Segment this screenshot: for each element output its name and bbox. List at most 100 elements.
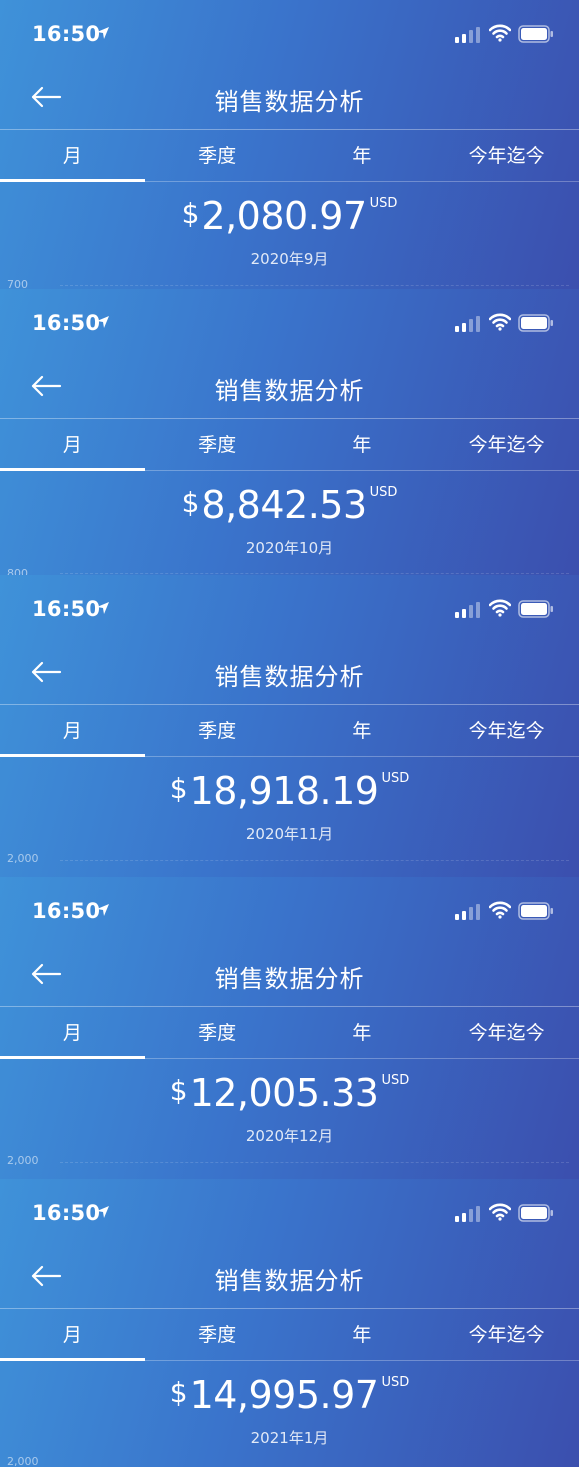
wifi-icon <box>489 24 511 42</box>
battery-icon <box>518 902 553 920</box>
amount-value: 14,995.97 <box>189 1373 379 1417</box>
tab-ytd[interactable]: 今年迄今 <box>434 1309 579 1361</box>
period-tabs: 月 季度 年 今年迄今 <box>0 1007 579 1059</box>
currency-symbol: $ <box>181 197 200 230</box>
tab-year[interactable]: 年 <box>290 130 435 182</box>
chart-gridline <box>60 285 569 286</box>
cellular-signal-icon <box>455 27 480 43</box>
tab-month[interactable]: 月 <box>0 130 145 182</box>
divider <box>0 1360 579 1361</box>
tab-month[interactable]: 月 <box>0 705 145 757</box>
tab-ytd[interactable]: 今年迄今 <box>434 1007 579 1059</box>
location-arrow-icon <box>97 27 109 39</box>
wifi-icon <box>489 313 511 331</box>
status-bar: 16:50 <box>0 0 579 64</box>
nav-bar: 销售数据分析 <box>0 64 579 130</box>
nav-bar: 销售数据分析 <box>0 353 579 419</box>
tab-quarter[interactable]: 季度 <box>145 705 290 757</box>
tab-ytd[interactable]: 今年迄今 <box>434 705 579 757</box>
tab-year[interactable]: 年 <box>290 1309 435 1361</box>
sales-amount: $12,005.33 USD <box>0 1071 579 1115</box>
divider <box>0 756 579 757</box>
tab-ytd[interactable]: 今年迄今 <box>434 419 579 471</box>
divider <box>0 1058 579 1059</box>
page-title: 销售数据分析 <box>214 1267 365 1295</box>
period-label: 2020年11月 <box>245 825 334 843</box>
nav-bar: 销售数据分析 <box>0 1243 579 1309</box>
tab-month[interactable]: 月 <box>0 1309 145 1361</box>
status-bar: 16:50 <box>0 289 579 353</box>
chart-axis-label: 800 <box>7 567 28 575</box>
tab-month[interactable]: 月 <box>0 1007 145 1059</box>
divider <box>0 181 579 182</box>
currency-symbol: $ <box>169 1376 188 1409</box>
nav-bar: 销售数据分析 <box>0 639 579 705</box>
tab-month[interactable]: 月 <box>0 419 145 471</box>
chart-axis-label: 2,000 <box>7 1154 39 1167</box>
amount-value: 8,842.53 <box>201 483 367 527</box>
battery-icon <box>518 1204 553 1222</box>
sales-screen-1: 16:50 销售数据分析 月 季度 年 今年迄今 $2,080.97 USD 20… <box>0 0 579 289</box>
nav-bar: 销售数据分析 <box>0 941 579 1007</box>
location-arrow-icon <box>97 316 109 328</box>
sales-amount: $2,080.97 USD <box>0 194 579 238</box>
status-bar: 16:50 <box>0 877 579 941</box>
tab-year[interactable]: 年 <box>290 1007 435 1059</box>
chart-axis-label: 2,000 <box>7 852 39 865</box>
currency-code: USD <box>369 196 398 211</box>
sales-screen-4: 16:50 销售数据分析 月 季度 年 今年迄今 $12,005.33 USD 2… <box>0 877 579 1179</box>
currency-code: USD <box>381 771 410 786</box>
tab-quarter[interactable]: 季度 <box>145 130 290 182</box>
battery-icon <box>518 25 553 43</box>
cellular-signal-icon <box>455 904 480 920</box>
status-bar: 16:50 <box>0 575 579 639</box>
currency-symbol: $ <box>169 1074 188 1107</box>
wifi-icon <box>489 599 511 617</box>
chart-gridline <box>60 860 569 861</box>
period-tabs: 月 季度 年 今年迄今 <box>0 705 579 757</box>
period-tabs: 月 季度 年 今年迄今 <box>0 419 579 471</box>
period-label: 2020年10月 <box>245 539 334 557</box>
wifi-icon <box>489 1203 511 1221</box>
amount-value: 18,918.19 <box>189 769 379 813</box>
tab-ytd[interactable]: 今年迄今 <box>434 130 579 182</box>
page-title: 销售数据分析 <box>214 965 365 993</box>
tab-quarter[interactable]: 季度 <box>145 1007 290 1059</box>
currency-code: USD <box>381 1073 410 1088</box>
currency-code: USD <box>381 1375 410 1390</box>
tab-quarter[interactable]: 季度 <box>145 419 290 471</box>
battery-icon <box>518 600 553 618</box>
sales-screen-3: 16:50 销售数据分析 月 季度 年 今年迄今 $18,918.19 USD 2… <box>0 575 579 877</box>
status-time: 16:50 <box>32 1201 101 1225</box>
divider <box>0 470 579 471</box>
cellular-signal-icon <box>455 1206 480 1222</box>
chart-gridline <box>60 573 569 574</box>
cellular-signal-icon <box>455 602 480 618</box>
location-arrow-icon <box>97 904 109 916</box>
tab-year[interactable]: 年 <box>290 419 435 471</box>
period-label: 2020年12月 <box>245 1127 334 1145</box>
page-title: 销售数据分析 <box>214 377 365 405</box>
chart-axis-label: 700 <box>7 278 28 289</box>
tab-year[interactable]: 年 <box>290 705 435 757</box>
amount-value: 2,080.97 <box>201 194 367 238</box>
page-title: 销售数据分析 <box>214 663 365 691</box>
sales-amount: $18,918.19 USD <box>0 769 579 813</box>
location-arrow-icon <box>97 1206 109 1218</box>
battery-icon <box>518 314 553 332</box>
location-arrow-icon <box>97 602 109 614</box>
chart-axis-label: 2,000 <box>7 1455 39 1467</box>
status-time: 16:50 <box>32 311 101 335</box>
period-tabs: 月 季度 年 今年迄今 <box>0 130 579 182</box>
sales-amount: $14,995.97 USD <box>0 1373 579 1417</box>
status-time: 16:50 <box>32 597 101 621</box>
currency-code: USD <box>369 485 398 500</box>
period-label: 2020年9月 <box>250 250 329 268</box>
wifi-icon <box>489 901 511 919</box>
page-title: 销售数据分析 <box>214 88 365 116</box>
currency-symbol: $ <box>181 486 200 519</box>
sales-amount: $8,842.53 USD <box>0 483 579 527</box>
sales-screen-5: 16:50 销售数据分析 月 季度 年 今年迄今 $14,995.97 USD 2… <box>0 1179 579 1467</box>
tab-quarter[interactable]: 季度 <box>145 1309 290 1361</box>
period-tabs: 月 季度 年 今年迄今 <box>0 1309 579 1361</box>
